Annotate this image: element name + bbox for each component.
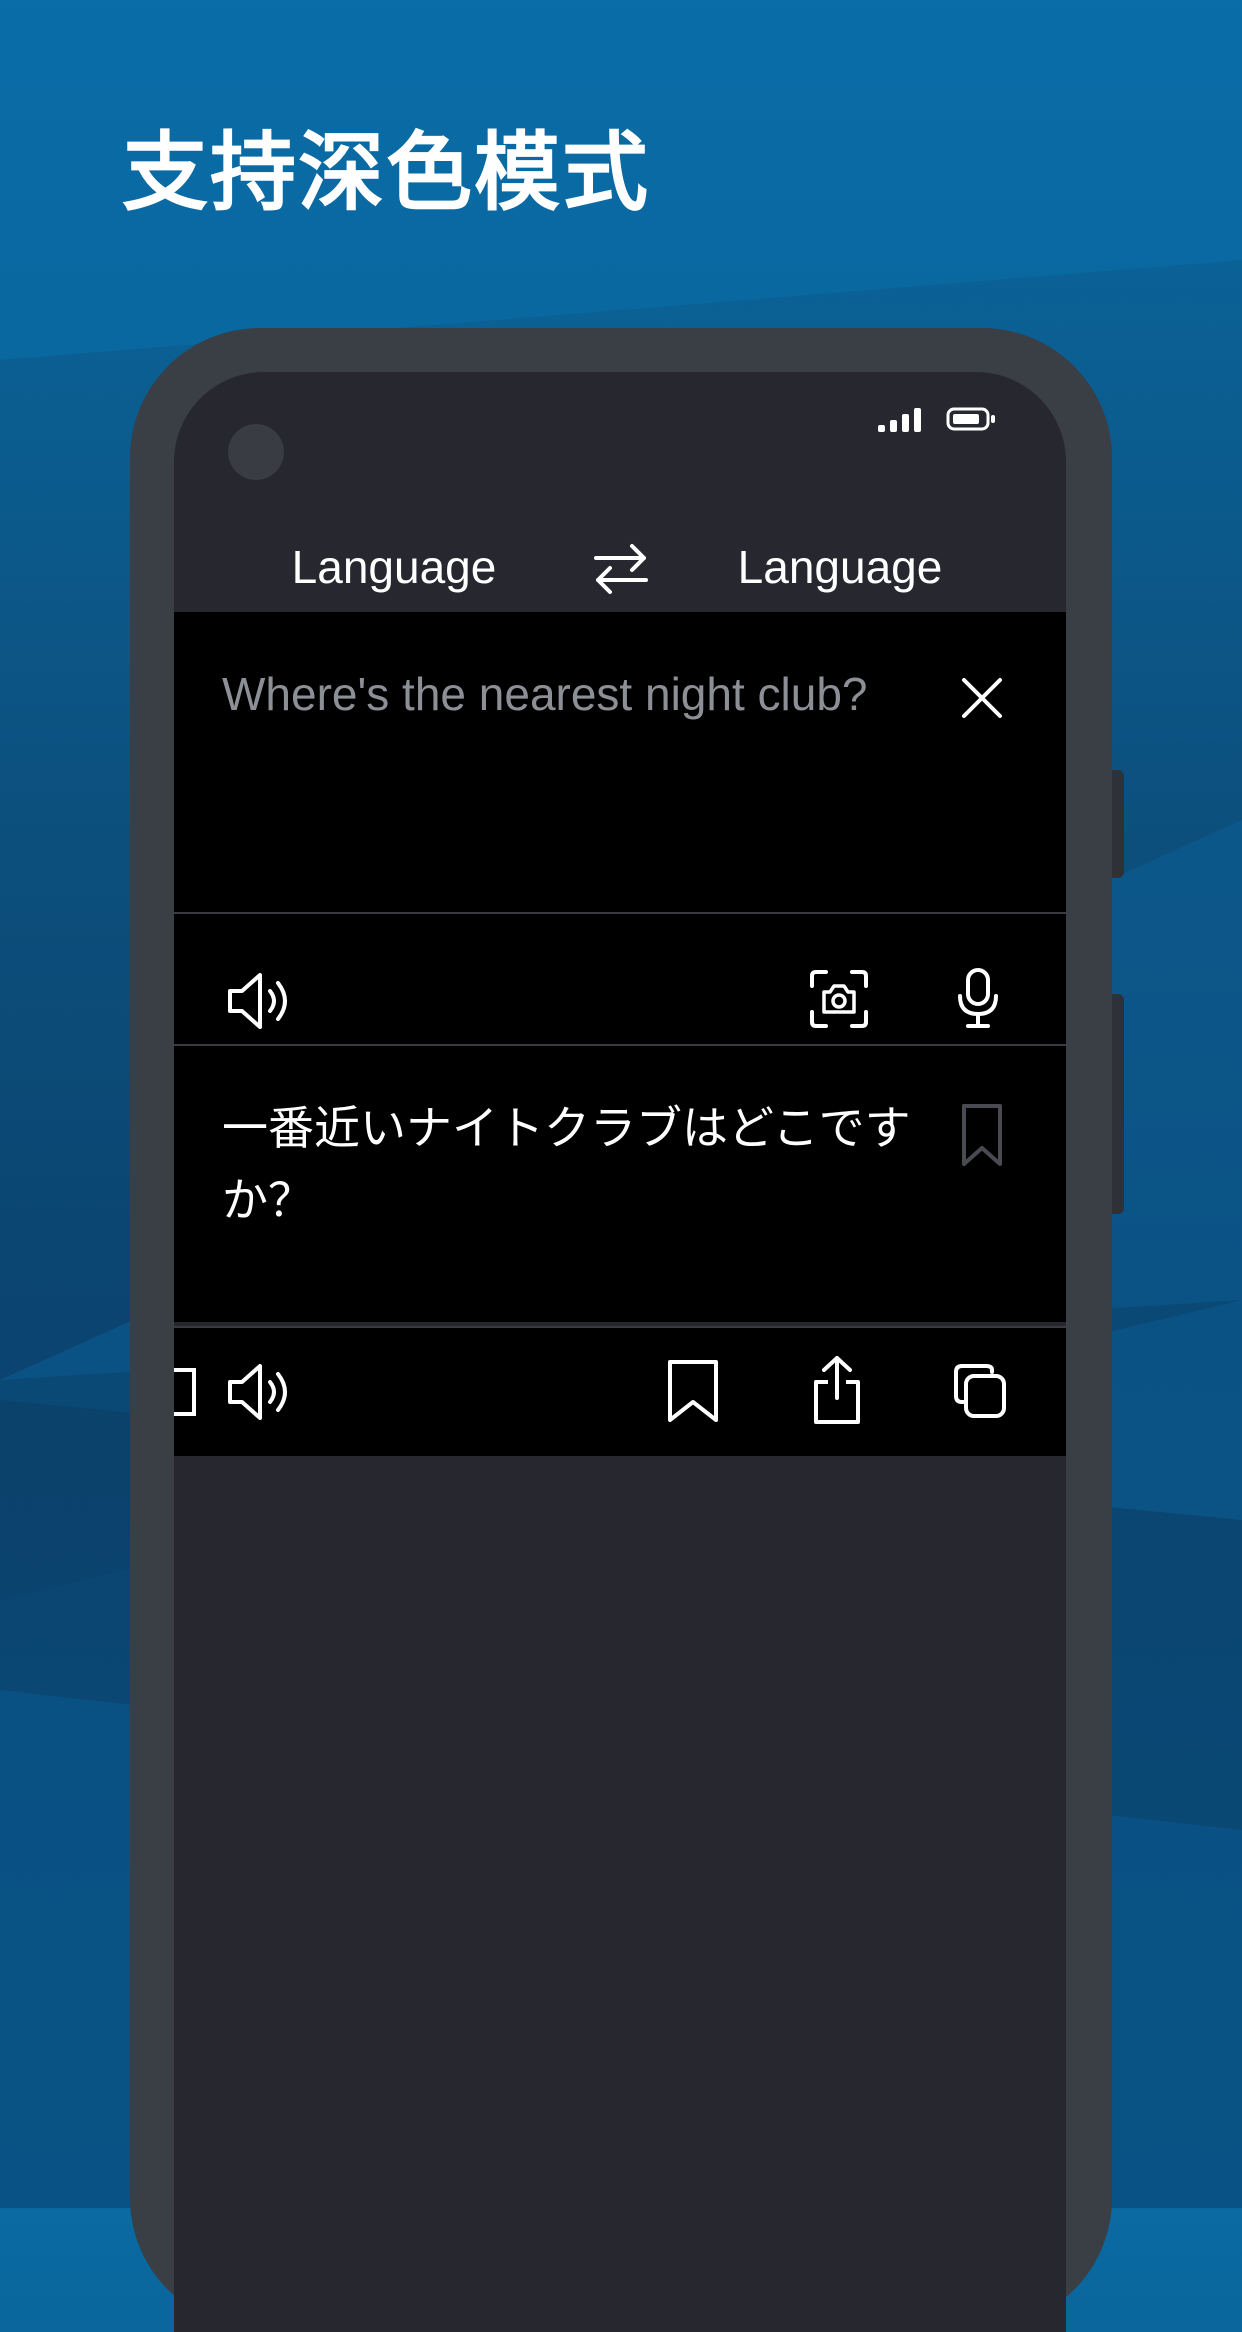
source-divider xyxy=(174,912,1066,914)
cellular-signal-icon xyxy=(878,408,921,432)
bookmark-icon[interactable] xyxy=(666,1358,720,1424)
headline: 支持深色模式 xyxy=(122,123,650,223)
copy-icon[interactable] xyxy=(952,1362,1008,1420)
translation-text: 一番近いナイトクラブはどこですか？ xyxy=(222,1101,911,1227)
microphone-icon[interactable] xyxy=(954,966,1002,1032)
source-panel: Where's the nearest night club? 一番近いナイトク… xyxy=(174,612,1066,1322)
partial-icon xyxy=(174,1368,196,1416)
swap-arrows-icon[interactable] xyxy=(590,538,652,600)
language-bar: Language Language xyxy=(174,512,1066,622)
camera-scan-icon[interactable] xyxy=(808,968,870,1030)
app-screen: Language Language Where's the nearest ni… xyxy=(174,372,1066,2332)
status-bar xyxy=(878,406,996,432)
panel-divider xyxy=(174,1044,1066,1046)
target-language-button[interactable]: Language xyxy=(690,532,990,602)
bookmark-icon[interactable] xyxy=(960,1102,1004,1168)
phone-frame: Language Language Where's the nearest ni… xyxy=(130,328,1124,2332)
speaker-icon[interactable] xyxy=(226,969,296,1033)
share-icon[interactable] xyxy=(810,1354,864,1426)
close-icon[interactable] xyxy=(958,674,1006,722)
source-language-button[interactable]: Language xyxy=(244,532,544,602)
phone-side-button-lower xyxy=(1112,994,1124,1214)
phone-side-button-upper xyxy=(1112,770,1124,878)
battery-icon xyxy=(946,407,995,431)
translation-toolbar xyxy=(174,1328,1066,1456)
speaker-icon[interactable] xyxy=(226,1360,296,1424)
source-text-input[interactable]: Where's the nearest night club? xyxy=(222,658,902,730)
front-camera xyxy=(228,424,284,480)
